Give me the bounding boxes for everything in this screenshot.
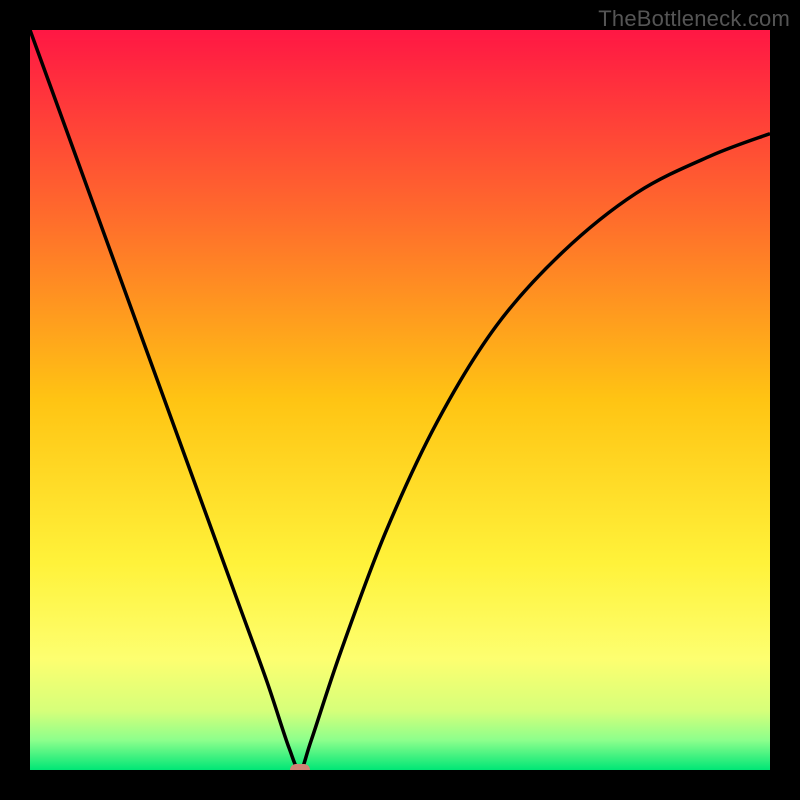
curve-layer [30, 30, 770, 770]
bottleneck-curve [30, 30, 770, 770]
watermark-text: TheBottleneck.com [598, 6, 790, 32]
plot-area [30, 30, 770, 770]
chart-frame: TheBottleneck.com [0, 0, 800, 800]
optimum-marker [290, 764, 310, 770]
